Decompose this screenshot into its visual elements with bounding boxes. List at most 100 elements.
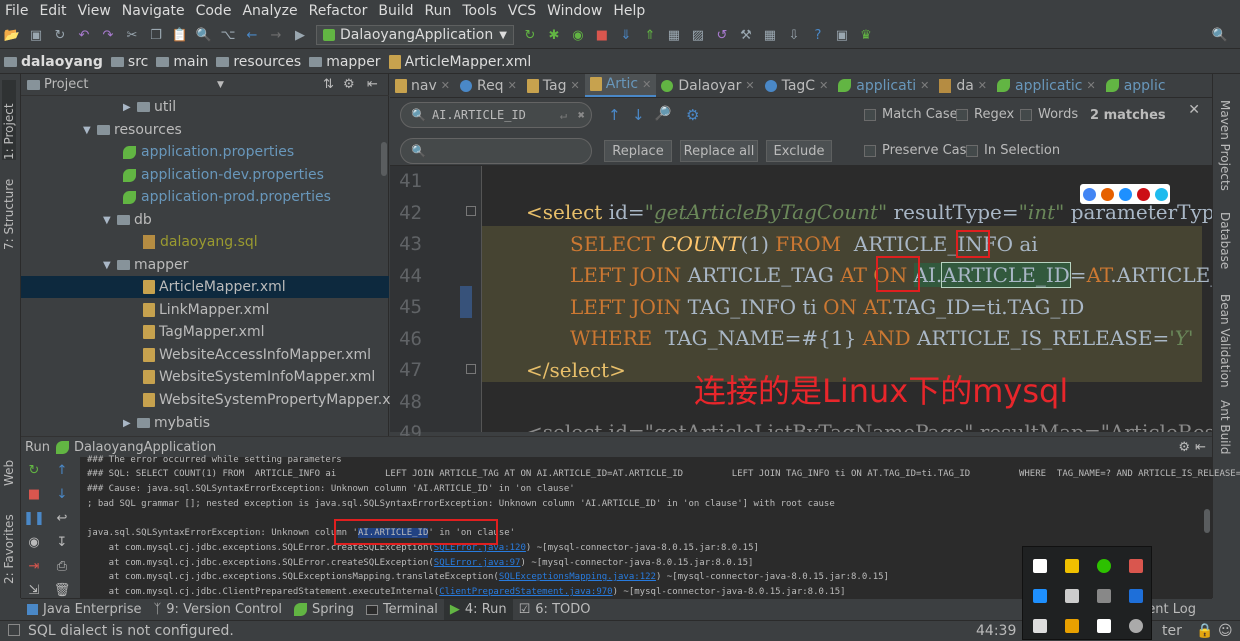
breadcrumb-src[interactable]: src [107,54,152,70]
soft-wrap-icon[interactable]: ↩ [55,511,69,526]
project-structure-icon[interactable]: ▦ [759,25,781,45]
tool-window-ant-build[interactable]: Ant Build [1218,400,1232,454]
firefox-icon[interactable] [1100,187,1114,201]
tab-java-enterprise[interactable]: Java Enterprise [21,602,147,617]
tool-window-favorites[interactable]: 2: Favorites [2,504,16,584]
find-all-icon[interactable]: 🔎 [654,106,671,122]
tool-window-database[interactable]: Database [1218,212,1232,269]
breadcrumb-main[interactable]: main [152,54,212,70]
tab-applic[interactable]: applic [1101,74,1171,97]
search-input[interactable]: 🔍 AI.ARTICLE_ID ↵ ✖ [400,102,592,128]
tab-nav[interactable]: nav ✕ [390,74,455,97]
tool-window-maven[interactable]: Maven Projects [1218,100,1232,191]
up-icon[interactable]: ↑ [55,463,69,478]
match-case-checkbox[interactable]: Match Case [864,107,958,122]
filter-icon[interactable]: ⚙ [686,106,699,124]
scrollbar[interactable] [1204,509,1210,533]
pin-icon[interactable]: ⇲ [27,583,41,598]
code-editor[interactable]: <select id="getArticleByTagCount" result… [482,166,1218,432]
tab-dalaoyar[interactable]: Dalaoyar ✕ [656,74,759,97]
preserve-case-checkbox[interactable]: Preserve Case [864,143,974,158]
rerun-icon[interactable]: ↻ [27,463,41,478]
replace-button[interactable]: Replace [604,140,672,162]
bookmark-icon[interactable] [1097,619,1111,633]
source-link[interactable]: SQLError.java:97 [434,558,521,568]
tree-item-websitesystempropertymapper-xml[interactable]: WebsiteSystemPropertyMapper.xml [143,389,408,411]
tray-security-icon[interactable] [1065,559,1079,573]
tree-item-application-properties[interactable]: application.properties [123,141,294,163]
tool-window-structure[interactable]: 7: Structure [2,170,16,250]
find-icon[interactable]: 🔍 [193,25,215,45]
close-icon[interactable]: ✕ [1188,102,1200,118]
print-icon[interactable]: ⎙ [55,559,69,574]
breadcrumb-mapper[interactable]: mapper [305,54,384,70]
lock-icon[interactable]: 🔒 [1196,623,1213,639]
settings-icon[interactable]: ⚒ [735,25,757,45]
ie-icon[interactable] [1154,187,1168,201]
down-icon[interactable]: ↓ [55,487,69,502]
menu-help[interactable]: Help [608,3,651,19]
tray-app-icon[interactable] [1129,619,1143,633]
source-link[interactable]: SQLExceptionsMapping.java:122 [499,572,656,582]
run-config-select[interactable]: DalaoyangApplication ▼ [316,25,514,45]
tab-applicati[interactable]: applicati ✕ [833,74,934,97]
gear-icon[interactable]: ⚙ [343,77,355,92]
cut-icon[interactable]: ✂ [121,25,143,45]
tab-req[interactable]: Req ✕ [455,74,522,97]
chevron-down-icon[interactable]: ▼ [103,215,117,226]
menu-view[interactable]: View [73,3,117,19]
vcs-compare-icon[interactable]: ▨ [687,25,709,45]
caret-position[interactable]: 44:39 [976,623,1016,639]
exit-icon[interactable]: ⇥ [27,559,41,574]
tree-item-linkmapper-xml[interactable]: LinkMapper.xml [143,299,269,321]
tree-item-dalaoyang-sql[interactable]: dalaoyang.sql [143,231,258,253]
coverage-icon[interactable]: ◉ [567,25,589,45]
menu-navigate[interactable]: Navigate [117,3,191,19]
opera-icon[interactable] [1136,187,1150,201]
project-panel-title[interactable]: Project [44,77,88,92]
source-link[interactable]: ClientPreparedStatement.java:970 [439,587,612,597]
tab-spring[interactable]: Spring [288,602,360,617]
tool-window-web[interactable]: Web [2,446,16,486]
vcs-update-icon[interactable]: ⇓ [615,25,637,45]
open-folder-icon[interactable]: 📂 [1,25,23,45]
tray-app-icon[interactable] [1065,619,1079,633]
tray-app-icon[interactable] [1033,589,1047,603]
tab-tag[interactable]: Tag ✕ [522,74,585,97]
clear-icon[interactable]: ✖ [578,108,585,122]
build-icon[interactable]: ▶ [289,25,311,45]
vcs-revert-icon[interactable]: ↺ [711,25,733,45]
tree-item-application-dev-properties[interactable]: application-dev.properties [123,164,324,186]
chevron-down-icon[interactable]: ▼ [217,80,224,90]
regex-checkbox[interactable]: Regex [956,107,1014,122]
tray-app-icon[interactable] [1065,589,1079,603]
safari-icon[interactable] [1118,187,1132,201]
close-icon[interactable]: ✕ [571,79,580,92]
close-icon[interactable]: ✕ [978,79,987,92]
menu-tools[interactable]: Tools [457,3,503,19]
vcs-history-icon[interactable]: ▦ [663,25,685,45]
stop-icon[interactable]: ■ [27,487,41,502]
tab-artic[interactable]: Artic ✕ [584,74,657,97]
tree-item-db[interactable]: ▼ db [103,209,152,231]
help-icon[interactable]: ? [807,25,829,45]
menu-edit[interactable]: Edit [34,3,72,19]
tool-window-project[interactable]: 1: Project [2,80,16,160]
camera-icon[interactable]: ◉ [27,535,41,550]
next-occurrence-icon[interactable]: ↓ [632,106,645,124]
scrollbar[interactable] [381,142,387,176]
wechat-icon[interactable] [1097,559,1111,573]
hide-icon[interactable]: ⇤ [1195,440,1206,455]
fold-marker-icon[interactable] [466,364,476,374]
shield-icon[interactable] [1129,589,1143,603]
vcs-commit-icon[interactable]: ⇑ [639,25,661,45]
close-icon[interactable]: ✕ [508,79,517,92]
tree-item-websitesysteminfomapper-xml[interactable]: WebsiteSystemInfoMapper.xml [143,366,375,388]
tree-item-websiteaccessinfomapper-xml[interactable]: WebsiteAccessInfoMapper.xml [143,344,371,366]
menu-file[interactable]: File [0,3,34,19]
replace-input[interactable]: 🔍 [400,138,592,164]
trash-icon[interactable]: 🗑 [54,583,71,598]
tree-item-mapper[interactable]: ▼ mapper [103,254,188,276]
close-icon[interactable]: ✕ [819,79,828,92]
menu-code[interactable]: Code [191,3,238,19]
